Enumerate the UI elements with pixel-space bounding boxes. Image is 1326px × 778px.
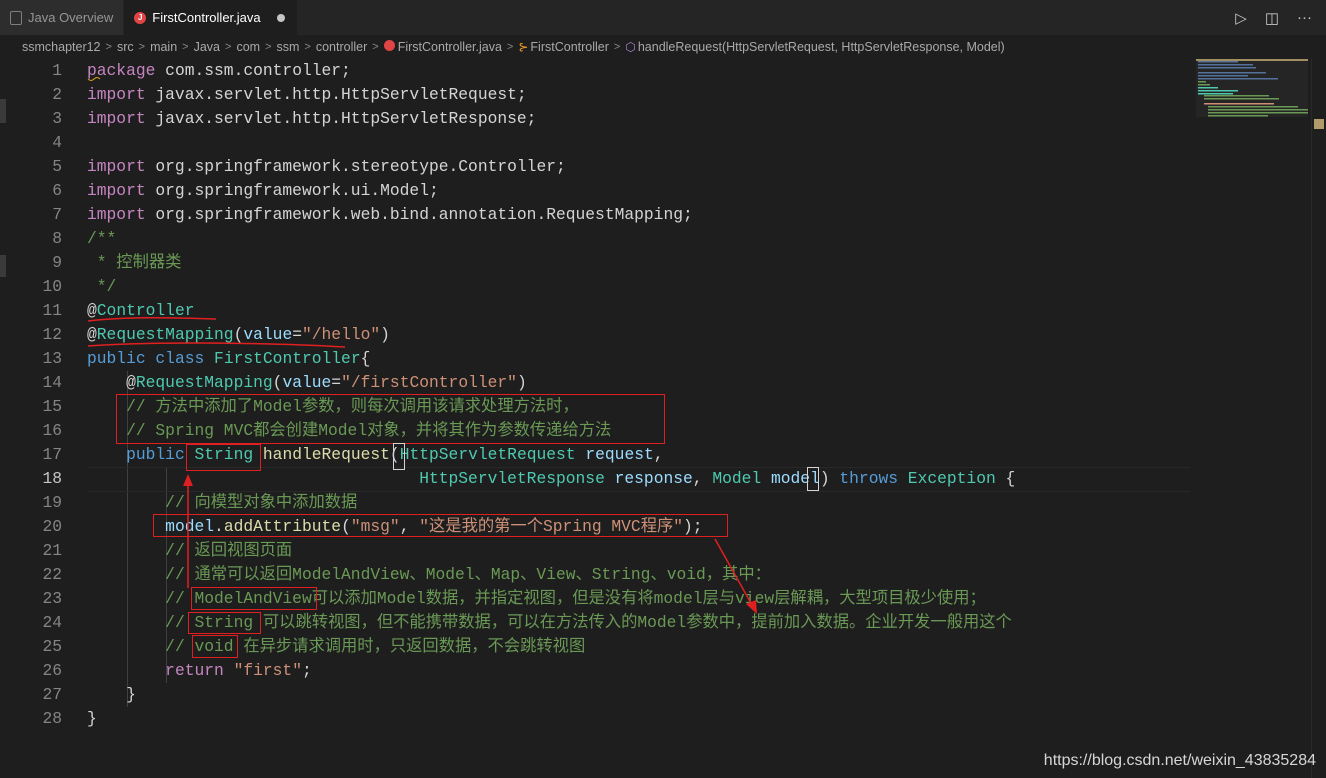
underline-requestmapping (87, 342, 346, 348)
watermark: https://blog.csdn.net/weixin_43835284 (1043, 752, 1316, 769)
arrowhead-up (183, 474, 193, 486)
arrow-addattribute-to-model (714, 538, 753, 606)
underline-controller (87, 317, 217, 322)
annotation-overlay (87, 77, 757, 614)
arrowhead-down (746, 600, 757, 614)
warning-squiggle (87, 77, 101, 81)
